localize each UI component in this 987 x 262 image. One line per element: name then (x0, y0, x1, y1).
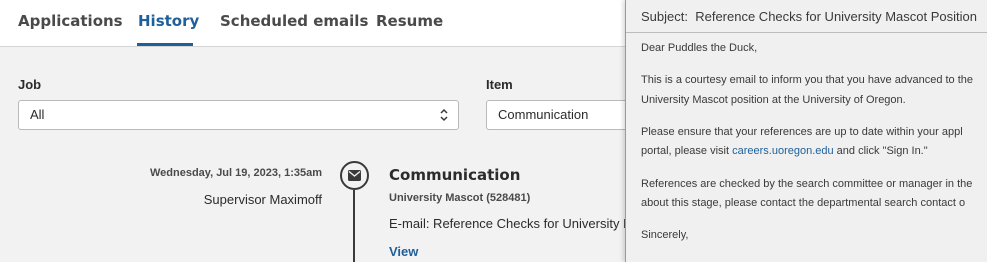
email-subject-label: Subject: (641, 9, 688, 24)
envelope-icon (340, 161, 369, 190)
email-closing: Sincerely, (641, 229, 689, 241)
timeline-line (353, 190, 355, 262)
job-select[interactable]: All (18, 100, 459, 130)
timeline-title: Communication (389, 166, 521, 184)
email-paragraph-2-prefix: portal, please visit (641, 145, 733, 157)
active-tab-indicator (137, 43, 193, 46)
view-link[interactable]: View (389, 244, 418, 259)
email-subject-text: Reference Checks for University Mascot P… (695, 9, 977, 24)
job-filter-label: Job (18, 77, 42, 92)
email-paragraph-2-line-2: portal, please visit careers.uoregon.edu… (641, 145, 928, 157)
timeline-email-subject: E-mail: Reference Checks for University … (389, 216, 634, 231)
tab-applications[interactable]: Applications (18, 12, 123, 30)
timeline-job: University Mascot (528481) (389, 192, 531, 204)
email-paragraph-2-suffix: and click "Sign In." (833, 145, 928, 157)
job-select-value: All (30, 107, 45, 122)
email-preview-panel: Subject: Reference Checks for University… (625, 0, 987, 262)
sort-arrows-icon (440, 108, 448, 122)
timeline-person: Supervisor Maximoff (203, 192, 322, 207)
email-paragraph-2-line-1: Please ensure that your references are u… (641, 126, 963, 138)
tab-resume[interactable]: Resume (376, 12, 443, 30)
timeline-date: Wednesday, Jul 19, 2023, 1:35am (149, 167, 322, 179)
email-subject: Subject: Reference Checks for University… (641, 9, 977, 24)
email-paragraph-3-line-1: References are checked by the search com… (641, 178, 973, 190)
app-root: Applications History Scheduled emails Re… (0, 0, 987, 262)
email-subject-bar: Subject: Reference Checks for University… (626, 0, 987, 33)
tab-history[interactable]: History (138, 12, 199, 30)
item-filter-label: Item (486, 77, 513, 92)
email-greeting: Dear Puddles the Duck, (641, 42, 758, 54)
email-paragraph-1-line-2: University Mascot position at the Univer… (641, 94, 906, 106)
item-select-value: Communication (498, 107, 589, 122)
email-paragraph-1-line-1: This is a courtesy email to inform you t… (641, 74, 974, 86)
careers-link[interactable]: careers.uoregon.edu (732, 145, 834, 157)
tab-scheduled-emails[interactable]: Scheduled emails (220, 12, 368, 30)
email-paragraph-3-line-2: about this stage, please contact the dep… (641, 197, 966, 209)
item-select[interactable]: Communication (486, 100, 646, 130)
